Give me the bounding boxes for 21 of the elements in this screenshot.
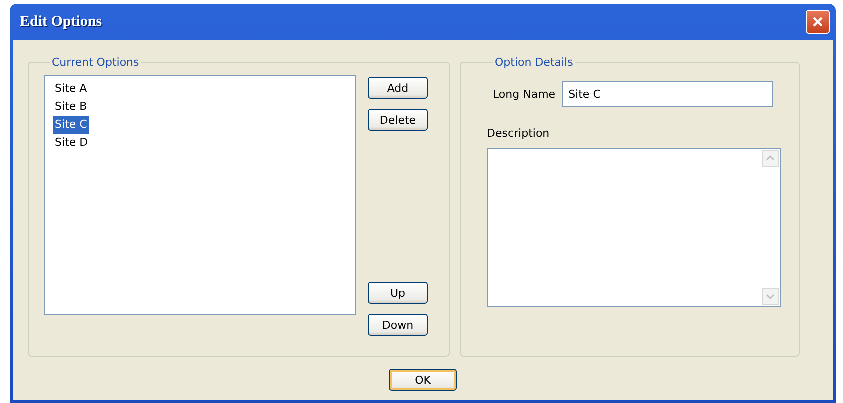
scroll-down-icon[interactable] [762,288,779,305]
action-button[interactable]: Delete [368,109,428,131]
description-label: Description [487,127,551,140]
scroll-up-icon[interactable] [762,150,779,167]
group-title: Current Options [51,56,140,69]
list-item[interactable]: Site C [53,116,90,134]
long-name-label: Long Name [493,88,556,100]
list-item[interactable]: Site B [53,98,90,116]
long-name-field[interactable]: Site C [562,81,773,107]
action-button[interactable]: Add [368,77,428,99]
group-title: Option Details [494,56,574,69]
move-button[interactable]: Down [368,314,428,336]
close-icon [812,16,824,28]
list-item[interactable]: Site A [53,80,90,98]
description-field[interactable] [487,148,781,307]
close-button[interactable] [806,10,830,34]
move-button[interactable]: Up [368,282,428,304]
window-title: Edit Options [20,14,102,30]
list-item[interactable]: Site D [53,134,90,152]
ok-button[interactable]: OK [389,369,457,391]
options-list[interactable]: Site A Site B Site C Site D [44,75,356,315]
